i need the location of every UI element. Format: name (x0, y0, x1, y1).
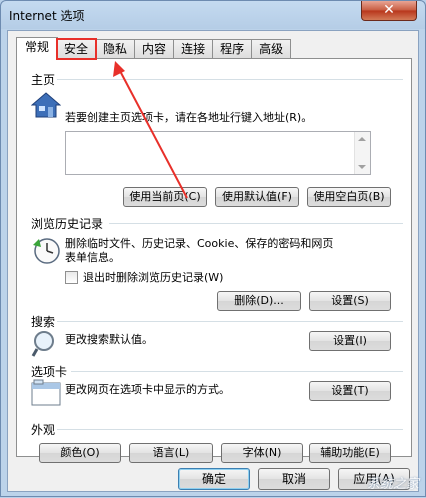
tab-security[interactable]: 安全 (56, 38, 98, 60)
tab-general[interactable]: 常规 (16, 37, 59, 59)
watermark-logo: 系统之家 (366, 477, 419, 492)
internet-options-window: Internet 选项 ✕ 常规 安全 隐私 内容 连接 程序 高级 主页 若要… (0, 0, 426, 497)
annotation-arrow (113, 61, 188, 199)
